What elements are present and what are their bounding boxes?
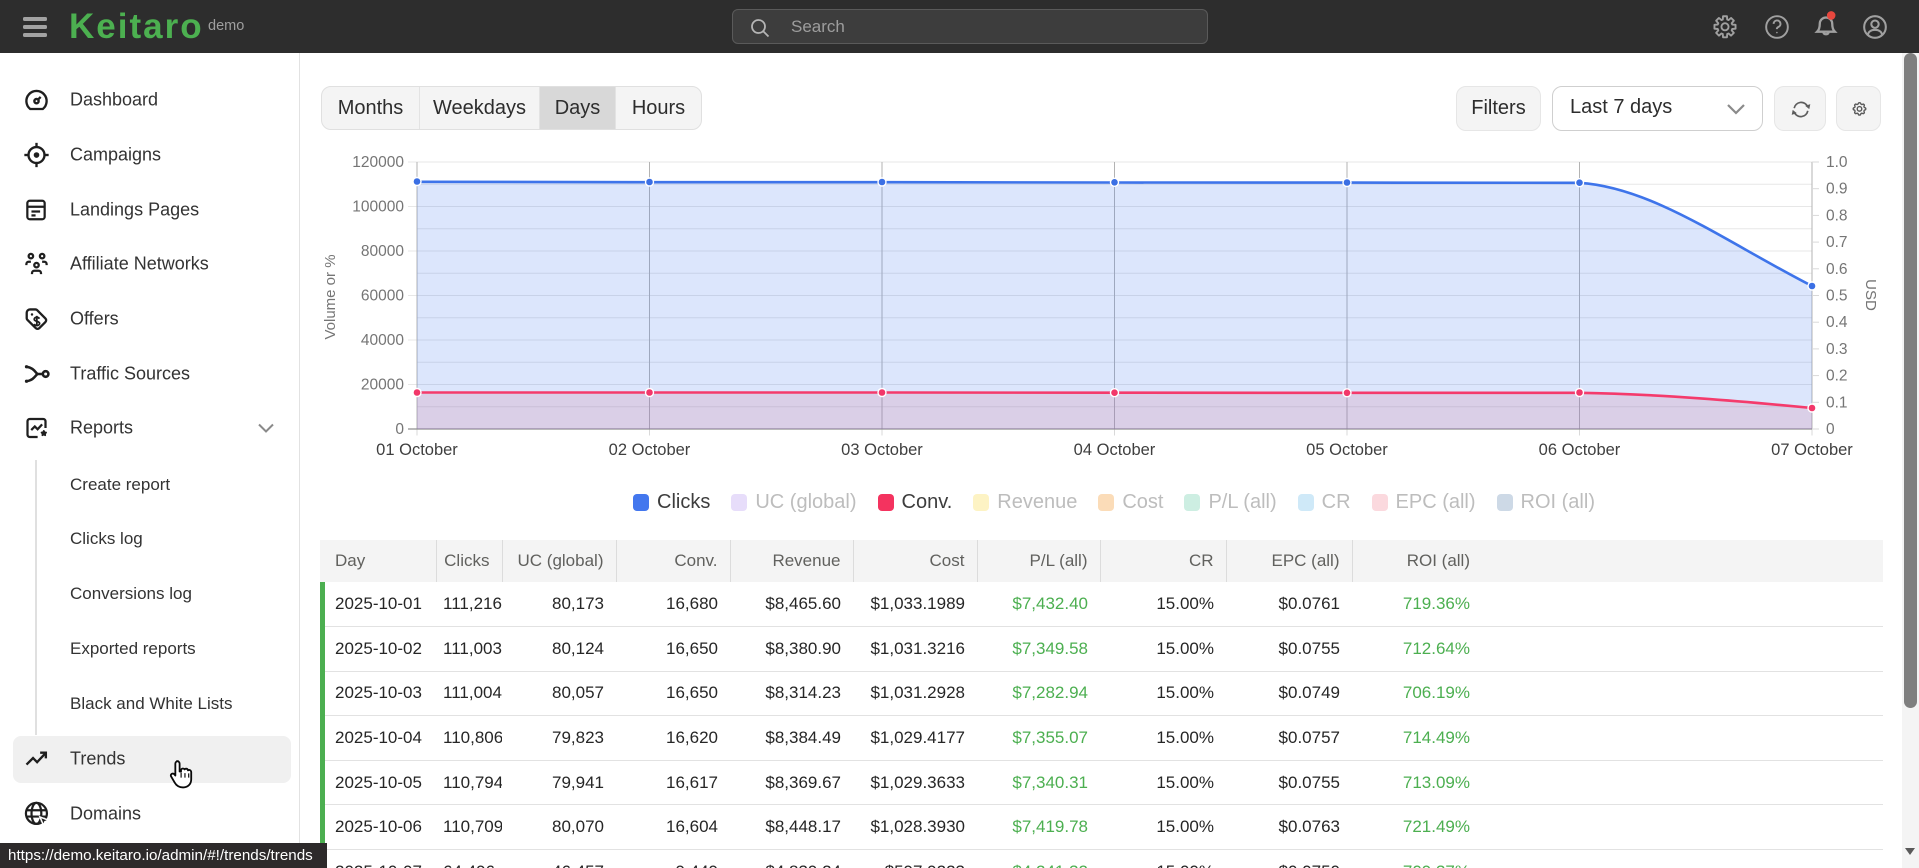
svg-text:0.2: 0.2 xyxy=(1826,368,1848,385)
svg-text:0.6: 0.6 xyxy=(1826,261,1848,278)
svg-text:USD: USD xyxy=(1862,279,1879,311)
svg-text:0: 0 xyxy=(395,421,404,438)
svg-text:0.7: 0.7 xyxy=(1826,234,1848,251)
svg-text:03 October: 03 October xyxy=(841,441,923,459)
svg-text:04 October: 04 October xyxy=(1074,441,1156,459)
svg-text:0.3: 0.3 xyxy=(1826,341,1848,358)
svg-text:0.8: 0.8 xyxy=(1826,207,1848,224)
svg-text:Volume or %: Volume or % xyxy=(322,254,339,339)
svg-text:0.9: 0.9 xyxy=(1826,181,1848,198)
svg-text:0.1: 0.1 xyxy=(1826,394,1848,411)
svg-text:120000: 120000 xyxy=(352,154,404,171)
svg-text:20000: 20000 xyxy=(361,377,404,394)
svg-text:02 October: 02 October xyxy=(609,441,691,459)
svg-text:1.0: 1.0 xyxy=(1826,154,1848,171)
svg-text:06 October: 06 October xyxy=(1539,441,1621,459)
svg-text:0.5: 0.5 xyxy=(1826,288,1848,305)
svg-text:0.4: 0.4 xyxy=(1826,314,1848,331)
svg-text:40000: 40000 xyxy=(361,332,404,349)
svg-text:60000: 60000 xyxy=(361,288,404,305)
svg-text:100000: 100000 xyxy=(352,199,404,216)
svg-text:01 October: 01 October xyxy=(376,441,458,459)
svg-text:07 October: 07 October xyxy=(1771,441,1853,459)
svg-text:05 October: 05 October xyxy=(1306,441,1388,459)
svg-text:0: 0 xyxy=(1826,421,1835,438)
svg-text:80000: 80000 xyxy=(361,243,404,260)
